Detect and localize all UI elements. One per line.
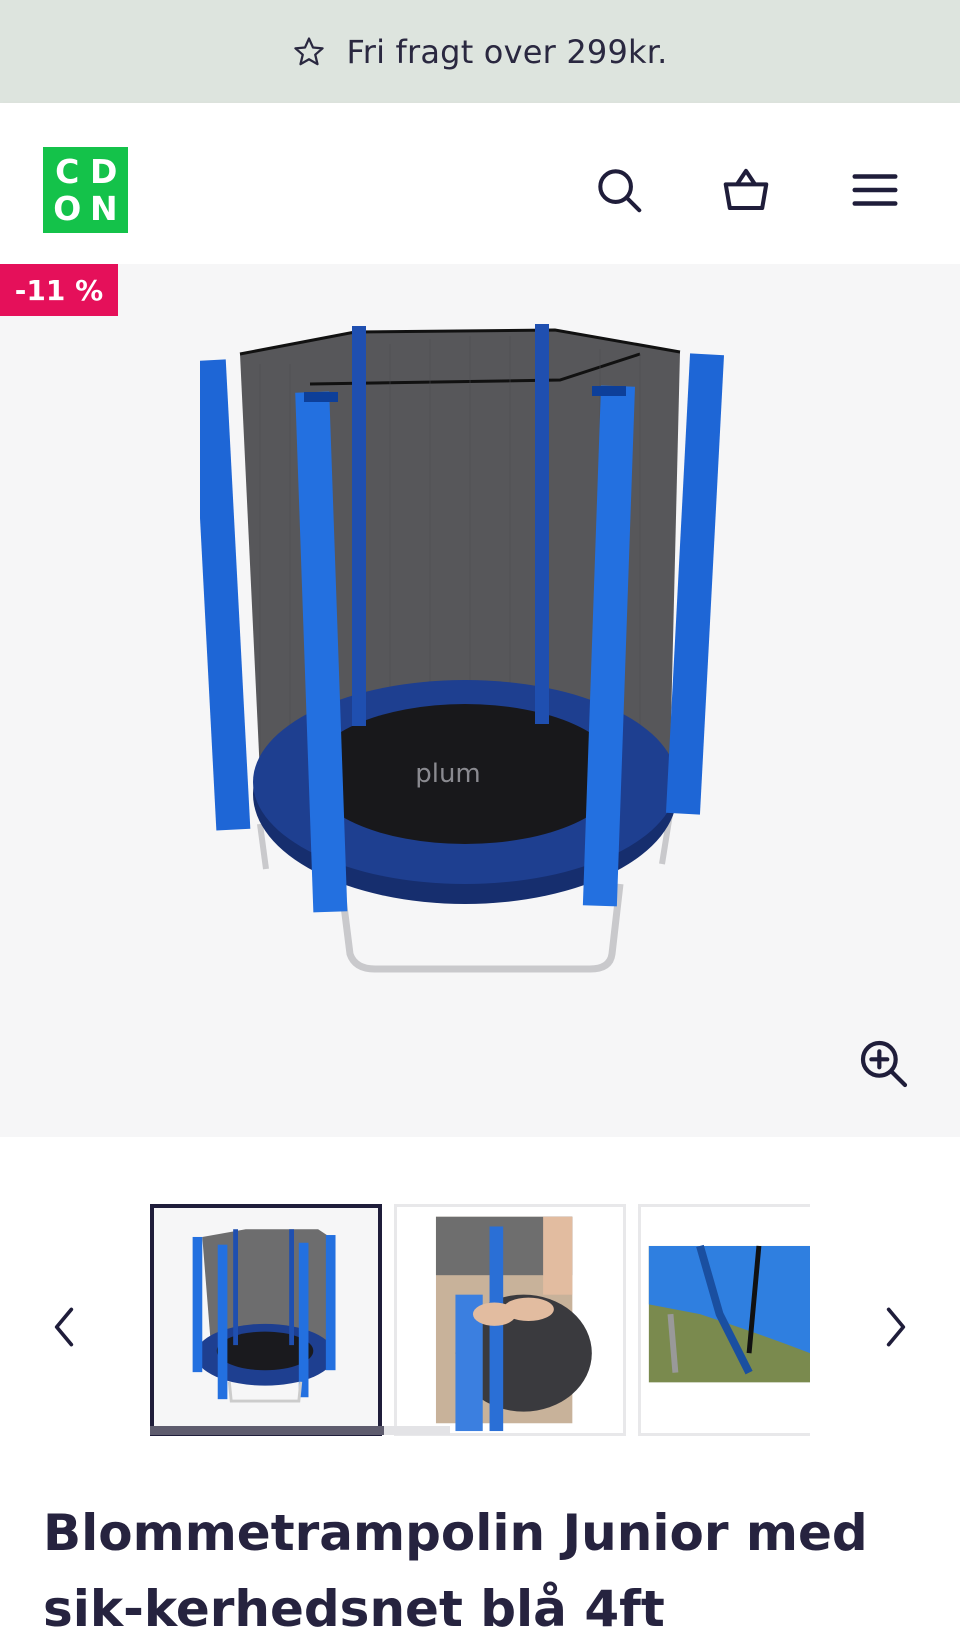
discount-badge: -11 % <box>0 264 118 316</box>
logo-letter: O <box>53 189 82 228</box>
star-outline-icon <box>294 36 325 65</box>
search-icon <box>598 169 642 213</box>
product-main-image[interactable]: plum <box>200 304 760 984</box>
basket-button[interactable] <box>717 161 775 219</box>
logo-letter: D <box>90 152 118 191</box>
chevron-right-icon <box>886 1307 906 1347</box>
person-net-thumbnail-image <box>397 1207 623 1433</box>
thumbnail-carousel <box>0 1137 960 1457</box>
zipper-thumbnail-image <box>641 1207 810 1433</box>
cdon-logo[interactable]: C D O N <box>43 147 128 233</box>
chevron-left-icon <box>54 1307 74 1347</box>
hamburger-menu-icon <box>852 174 898 206</box>
thumbnail-item[interactable] <box>150 1204 382 1436</box>
thumbnail-prev-button[interactable] <box>44 1297 84 1357</box>
svg-text:plum: plum <box>415 759 481 789</box>
logo-letter: N <box>89 189 118 228</box>
zoom-button[interactable] <box>854 1034 914 1094</box>
search-button[interactable] <box>590 161 648 219</box>
basket-icon <box>723 168 769 211</box>
thumbnail-item[interactable] <box>394 1204 626 1436</box>
promo-bar: Fri fragt over 299kr. <box>0 0 960 103</box>
trampoline-thumbnail-image <box>154 1208 378 1432</box>
thumbnail-item[interactable] <box>638 1204 810 1436</box>
site-header: C D O N <box>0 103 960 264</box>
zoom-in-icon <box>860 1040 908 1088</box>
product-gallery: -11 % plum <box>0 264 960 1137</box>
logo-letter: C <box>55 152 80 191</box>
product-title: Blommetrampolin Junior med sik-kerhedsne… <box>43 1504 868 1638</box>
menu-button[interactable] <box>846 161 904 219</box>
thumbnail-scrollbar-thumb[interactable] <box>150 1426 384 1435</box>
promo-text: Fri fragt over 299kr. <box>346 32 668 71</box>
thumbnail-next-button[interactable] <box>876 1297 916 1357</box>
